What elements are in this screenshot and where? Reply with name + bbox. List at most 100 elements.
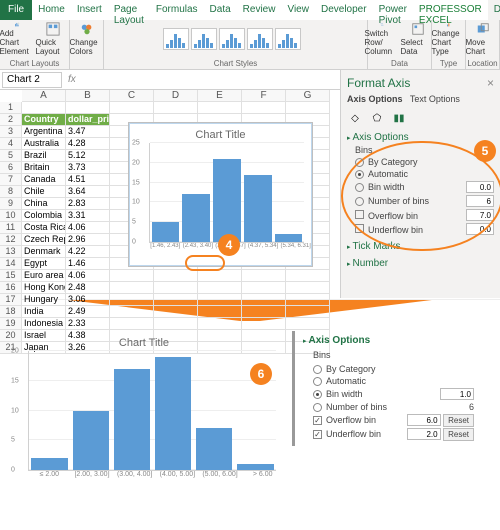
cell[interactable]: 2.48 <box>66 282 110 294</box>
tab-insert[interactable]: Insert <box>71 0 108 20</box>
row-header[interactable]: 2 <box>0 114 22 126</box>
overflow-reset-button[interactable]: Reset <box>443 414 474 427</box>
cell[interactable]: 3.73 <box>66 162 110 174</box>
cell[interactable] <box>110 270 154 282</box>
cell[interactable] <box>198 102 242 114</box>
quick-layout-button[interactable]: Quick Layout <box>36 22 70 56</box>
cell[interactable]: Czech Republic <box>22 234 66 246</box>
row-header[interactable]: 17 <box>0 294 22 306</box>
chart-plot-area[interactable]: 0510152025 <box>149 143 304 243</box>
cell[interactable]: 2.96 <box>66 234 110 246</box>
cell[interactable]: Euro area <box>22 270 66 282</box>
chart-style-thumb[interactable] <box>219 28 245 50</box>
row-header[interactable]: 16 <box>0 282 22 294</box>
cell[interactable]: Argentina <box>22 126 66 138</box>
cell[interactable]: 4.06 <box>66 270 110 282</box>
bins-count-radio[interactable]: Number of bins <box>326 402 387 412</box>
row-header[interactable]: 14 <box>0 258 22 270</box>
chart-styles-gallery[interactable] <box>161 22 311 56</box>
row-header[interactable]: 7 <box>0 174 22 186</box>
pane-tab-text-options[interactable]: Text Options <box>410 94 460 104</box>
cell[interactable] <box>198 294 242 306</box>
effects-icon[interactable]: ⬠ <box>369 110 385 126</box>
row-header[interactable]: 12 <box>0 234 22 246</box>
tab-power-pivot[interactable]: Power Pivot <box>373 0 413 20</box>
cell[interactable]: 4.28 <box>66 138 110 150</box>
tab-view[interactable]: View <box>281 0 315 20</box>
cell[interactable]: India <box>22 306 66 318</box>
cell[interactable]: Hong Kong <box>22 282 66 294</box>
cell[interactable] <box>286 306 330 318</box>
cell[interactable] <box>154 282 198 294</box>
cell[interactable] <box>154 270 198 282</box>
cell[interactable]: Country <box>22 114 66 126</box>
move-chart-button[interactable]: Move Chart <box>466 22 500 56</box>
overflow-checkbox[interactable]: Overflow bin <box>326 415 376 425</box>
cell[interactable]: 5.12 <box>66 150 110 162</box>
cell[interactable]: Britain <box>22 162 66 174</box>
section-number[interactable]: Number <box>353 258 389 269</box>
chart-style-thumb[interactable] <box>191 28 217 50</box>
row-header[interactable]: 10 <box>0 210 22 222</box>
cell[interactable]: Hungary <box>22 294 66 306</box>
fx-icon[interactable]: fx <box>68 74 76 85</box>
cell[interactable] <box>66 102 110 114</box>
col-header[interactable]: B <box>66 90 110 102</box>
tab-developer[interactable]: Developer <box>315 0 373 20</box>
col-header[interactable]: A <box>22 90 66 102</box>
cell[interactable]: Costa Rica <box>22 222 66 234</box>
cell[interactable]: 3.31 <box>66 210 110 222</box>
cell[interactable]: Colombia <box>22 210 66 222</box>
tab-professor-excel[interactable]: PROFESSOR EXCEL <box>413 0 488 20</box>
cell[interactable]: China <box>22 198 66 210</box>
cell[interactable]: Brazil <box>22 150 66 162</box>
cell[interactable] <box>110 306 154 318</box>
cell[interactable]: 4.06 <box>66 222 110 234</box>
tab-formulas[interactable]: Formulas <box>150 0 204 20</box>
underflow-checkbox[interactable]: Underflow bin <box>326 429 381 439</box>
switch-row-column-button[interactable]: Switch Row/ Column <box>365 22 399 56</box>
row-header[interactable]: 1 <box>0 102 22 114</box>
row-header[interactable]: 18 <box>0 306 22 318</box>
change-colors-button[interactable]: Change Colors <box>70 22 104 56</box>
bins-by-category-radio[interactable]: By Category <box>326 364 376 374</box>
tab-design[interactable]: Design <box>488 0 500 20</box>
cell[interactable] <box>286 102 330 114</box>
cell[interactable]: Canada <box>22 174 66 186</box>
add-chart-element-button[interactable]: +Add Chart Element <box>0 22 34 56</box>
overflow-input[interactable] <box>407 414 441 426</box>
cell[interactable] <box>198 270 242 282</box>
pane-tab-axis-options[interactable]: Axis Options <box>347 94 403 104</box>
cell[interactable]: 2.83 <box>66 198 110 210</box>
bins-width-radio[interactable]: Bin width <box>326 389 363 399</box>
cell[interactable] <box>242 270 286 282</box>
cell[interactable]: Chile <box>22 186 66 198</box>
cell[interactable] <box>242 102 286 114</box>
row-header[interactable]: 4 <box>0 138 22 150</box>
cell[interactable]: 3.47 <box>66 126 110 138</box>
cell[interactable] <box>286 270 330 282</box>
col-header[interactable]: D <box>154 90 198 102</box>
chart-style-thumb[interactable] <box>163 28 189 50</box>
tab-page-layout[interactable]: Page Layout <box>108 0 150 20</box>
cell[interactable] <box>286 282 330 294</box>
cell[interactable] <box>110 282 154 294</box>
row-header[interactable]: 13 <box>0 246 22 258</box>
underflow-reset-button[interactable]: Reset <box>443 428 474 441</box>
cell[interactable]: 4.22 <box>66 246 110 258</box>
bin-width-input[interactable] <box>440 388 474 400</box>
select-data-button[interactable]: Select Data <box>401 22 435 56</box>
cell[interactable] <box>242 294 286 306</box>
name-box[interactable]: Chart 2 <box>2 72 62 88</box>
col-header[interactable]: E <box>198 90 242 102</box>
change-chart-type-button[interactable]: Change Chart Type <box>432 22 466 56</box>
tab-data[interactable]: Data <box>204 0 237 20</box>
row-header[interactable]: 6 <box>0 162 22 174</box>
col-header[interactable]: F <box>242 90 286 102</box>
cell[interactable] <box>110 294 154 306</box>
cell[interactable] <box>242 306 286 318</box>
cell[interactable]: Australia <box>22 138 66 150</box>
chart-style-thumb[interactable] <box>275 28 301 50</box>
chart-style-thumb[interactable] <box>247 28 273 50</box>
row-header[interactable]: 15 <box>0 270 22 282</box>
